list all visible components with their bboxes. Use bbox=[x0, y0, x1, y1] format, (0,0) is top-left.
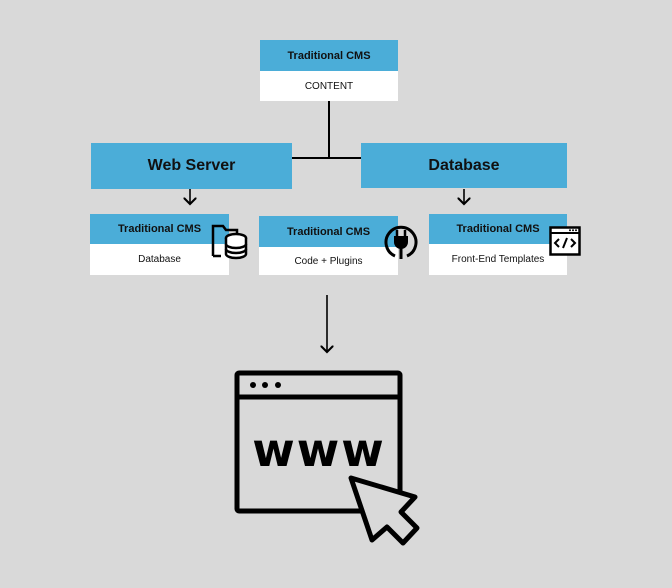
card-code-plugins: Traditional CMS Code + Plugins bbox=[259, 216, 398, 275]
card-body: Code + Plugins bbox=[294, 255, 363, 267]
database-box: Database bbox=[361, 143, 567, 188]
browser-window-icon: www bbox=[234, 370, 420, 546]
folder-database-icon bbox=[211, 224, 248, 260]
top-cms-body: CONTENT bbox=[304, 80, 354, 92]
card-front-end-templates: Traditional CMS Front-End Templates bbox=[429, 214, 567, 275]
web-server-box: Web Server bbox=[91, 143, 292, 189]
plug-icon bbox=[384, 225, 418, 259]
top-cms-box: Traditional CMS CONTENT bbox=[260, 40, 398, 101]
card-header: Traditional CMS bbox=[429, 214, 567, 244]
card-header: Traditional CMS bbox=[259, 216, 398, 247]
www-text: www bbox=[252, 423, 386, 477]
code-window-icon bbox=[549, 226, 581, 256]
top-cms-header: Traditional CMS bbox=[260, 40, 398, 71]
diagram: Traditional CMS CONTENT Web Server Datab… bbox=[0, 0, 672, 588]
cursor-arrow-icon bbox=[348, 475, 420, 546]
card-database: Traditional CMS Database bbox=[90, 214, 229, 275]
card-body: Front-End Templates bbox=[451, 254, 545, 265]
card-header: Traditional CMS bbox=[90, 214, 229, 244]
card-body: Database bbox=[138, 254, 181, 265]
